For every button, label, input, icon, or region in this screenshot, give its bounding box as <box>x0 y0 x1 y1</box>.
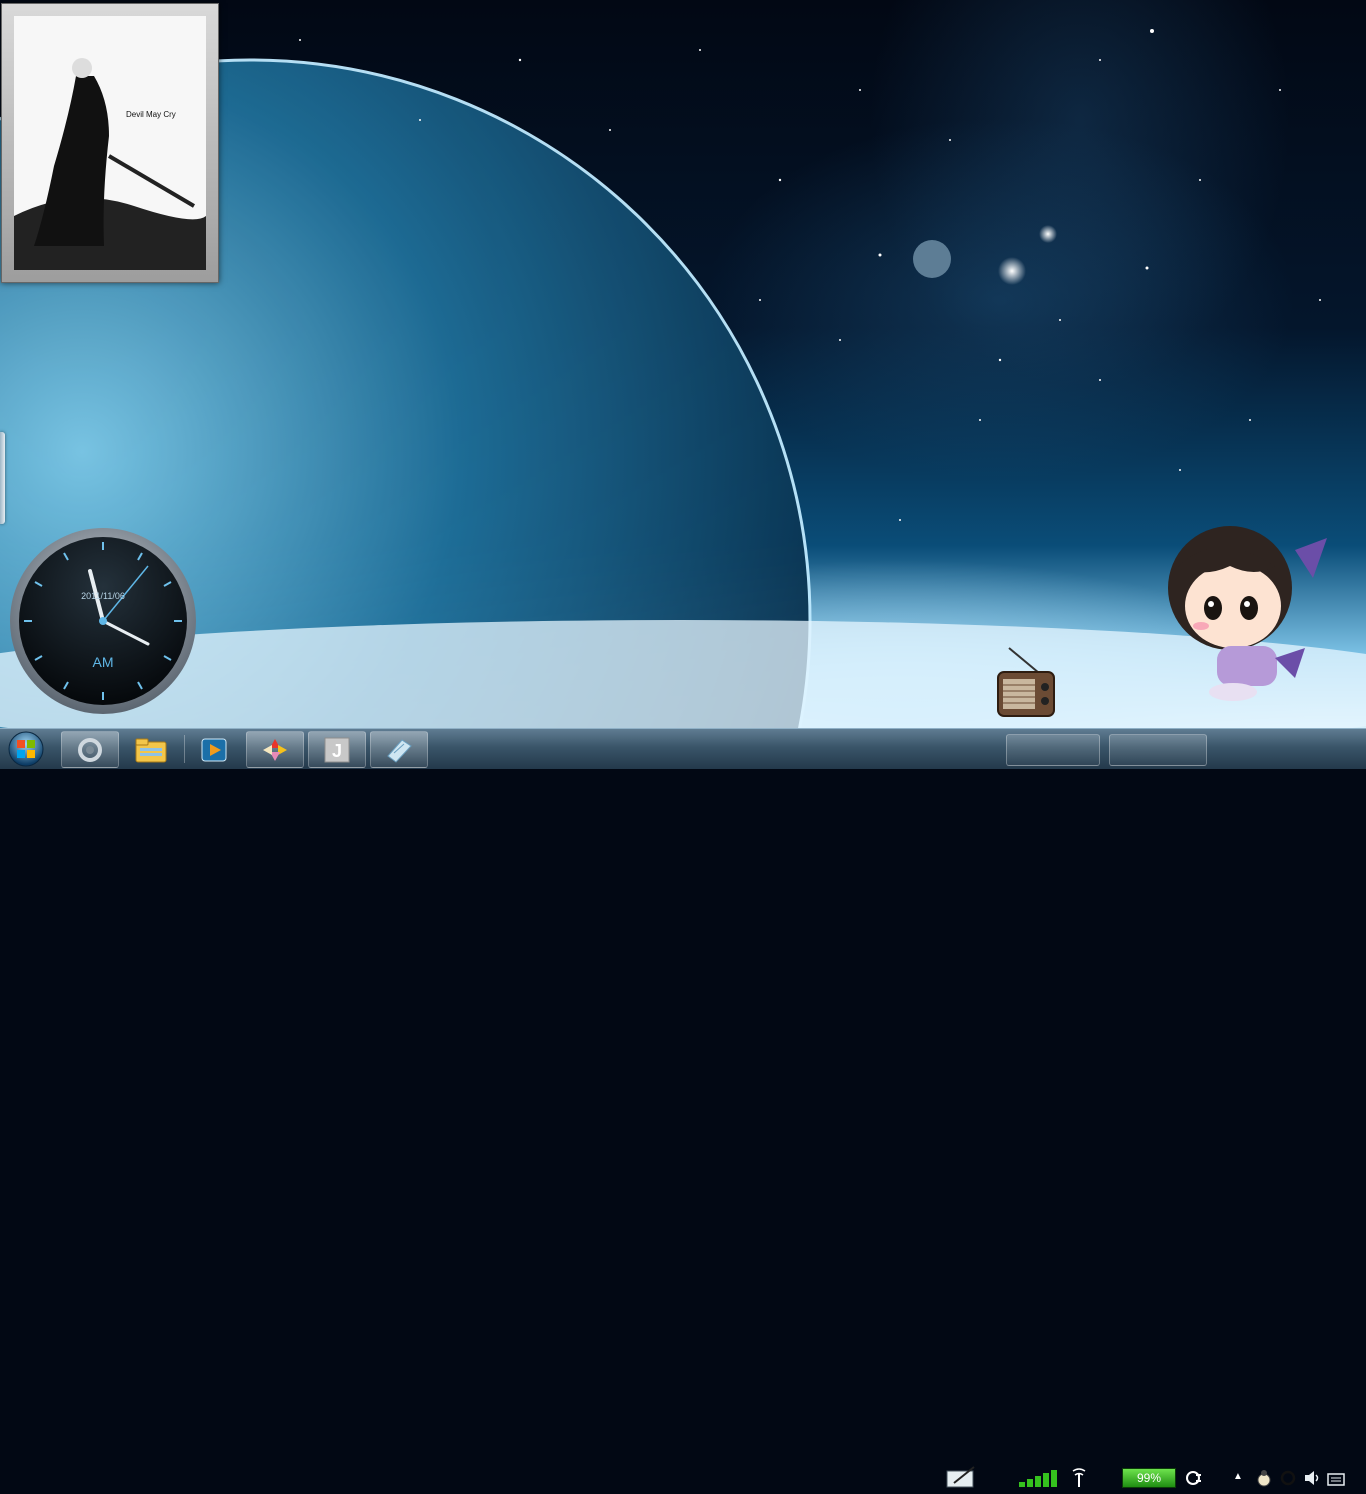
desktop-wallpaper: Devil May Cry 2011/11/06 AM <box>0 0 1366 728</box>
notepad-app-icon <box>387 738 412 763</box>
taskbar-app-pinwheel[interactable] <box>246 731 304 768</box>
pinwheel-app-icon <box>263 738 287 761</box>
tray-signal-group[interactable] <box>1006 734 1100 766</box>
chibi-character-widget[interactable] <box>1145 508 1345 713</box>
tray-battery-group[interactable] <box>1109 734 1207 766</box>
signal-strength-icon <box>1019 1470 1057 1487</box>
bright-star <box>998 257 1026 285</box>
start-button[interactable] <box>4 731 48 767</box>
browser-ring-icon <box>78 737 102 762</box>
taskbar-app-j[interactable]: J <box>308 731 366 768</box>
file-explorer-icon <box>135 738 167 762</box>
wireless-antenna-icon <box>1072 1468 1086 1487</box>
j-letter-app-icon: J <box>324 737 350 762</box>
small-moon <box>913 240 951 278</box>
taskbar-pinned-media-player[interactable] <box>185 731 243 768</box>
bright-star-2 <box>1039 225 1057 243</box>
tray-drive-icon[interactable] <box>1326 1469 1346 1487</box>
slideshow-gadget[interactable]: Devil May Cry <box>1 3 219 283</box>
photo-caption: Devil May Cry <box>126 110 176 119</box>
speaker-icon[interactable] <box>1303 1469 1321 1487</box>
taskbar-pinned-explorer[interactable] <box>122 731 180 768</box>
taskbar: J 99% ▲ <box>0 728 1366 1488</box>
svg-text:J: J <box>332 741 342 761</box>
clock-face <box>10 528 196 714</box>
taskbar-pinned-browser[interactable] <box>61 731 119 768</box>
power-plug-icon <box>1186 1471 1201 1485</box>
tray-ring-icon[interactable] <box>1279 1469 1297 1487</box>
clock-date: 2011/11/06 <box>81 591 125 601</box>
gadget-sidebar-tab[interactable] <box>0 432 5 524</box>
chevron-up-icon[interactable]: ▲ <box>1233 1471 1243 1482</box>
radio-icon[interactable] <box>995 645 1057 725</box>
pen-input-icon[interactable] <box>946 1465 978 1494</box>
slideshow-photo: Devil May Cry <box>14 16 206 270</box>
clock-ampm: AM <box>92 654 114 670</box>
media-player-icon <box>201 738 227 761</box>
tray-app-creature-icon[interactable] <box>1255 1469 1273 1487</box>
taskbar-app-notepad[interactable] <box>370 731 428 768</box>
clock-gadget[interactable]: 2011/11/06 AM <box>8 526 198 716</box>
battery-indicator: 99% <box>1122 1468 1176 1488</box>
